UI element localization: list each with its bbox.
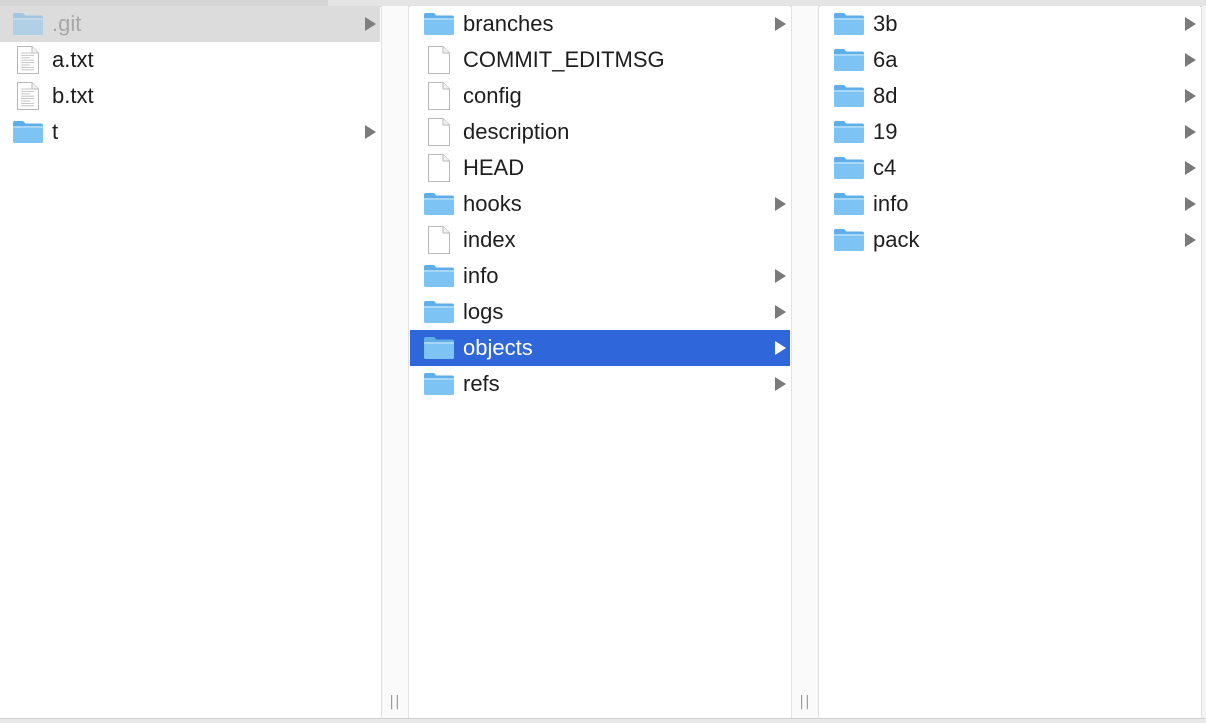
disclosure-arrow-icon[interactable] [1185,125,1196,139]
file-row[interactable]: 6a [820,42,1200,78]
disclosure-arrow-icon[interactable] [1185,53,1196,67]
file-name: 6a [873,47,898,72]
text-file-icon [12,82,44,110]
text-file-icon [12,46,44,74]
file-name: logs [463,299,504,324]
disclosure-arrow-icon[interactable] [775,17,786,31]
file-row[interactable]: COMMIT_EDITMSG [410,42,790,78]
file-name: index [463,227,516,252]
folder-icon [833,226,865,254]
file-row[interactable]: hooks [410,186,790,222]
file-row[interactable]: info [410,258,790,294]
blank-file-icon [423,226,455,254]
folder-icon [833,46,865,74]
file-row[interactable]: description [410,114,790,150]
folder-icon [423,190,455,218]
disclosure-arrow-icon[interactable] [775,341,786,355]
file-row[interactable]: a.txt [0,42,380,78]
folder-icon [423,262,455,290]
file-name: pack [873,227,920,252]
file-row[interactable]: b.txt [0,78,380,114]
file-name: config [463,83,522,108]
file-row[interactable]: c4 [820,150,1200,186]
folder-icon [423,334,455,362]
disclosure-arrow-icon[interactable] [1185,89,1196,103]
file-row[interactable]: 3b [820,6,1200,42]
file-row[interactable]: index [410,222,790,258]
disclosure-arrow-icon[interactable] [1185,197,1196,211]
file-name: description [463,119,570,144]
column-divider-2[interactable]: || [791,6,819,718]
file-name: branches [463,11,554,36]
file-name: .git [52,11,82,36]
file-name: objects [463,335,533,360]
file-name: c4 [873,155,897,180]
column-browser: .git a.txt b.txt t || branches COMMIT_EDITMS… [0,6,1206,718]
file-name: HEAD [463,155,525,180]
file-row[interactable]: 19 [820,114,1200,150]
file-name: hooks [463,191,522,216]
folder-icon [833,154,865,182]
disclosure-arrow-icon[interactable] [365,125,376,139]
disclosure-arrow-icon[interactable] [775,197,786,211]
file-row[interactable]: pack [820,222,1200,258]
file-row[interactable]: .git [0,6,380,42]
disclosure-arrow-icon[interactable] [775,305,786,319]
blank-file-icon [423,82,455,110]
file-row[interactable]: logs [410,294,790,330]
blank-file-icon [423,46,455,74]
folder-icon [423,370,455,398]
resize-handle-icon[interactable]: || [792,694,818,710]
disclosure-arrow-icon[interactable] [775,269,786,283]
file-row[interactable]: objects [410,330,790,366]
file-name: refs [463,371,500,396]
file-name: t [52,119,59,144]
file-row[interactable]: HEAD [410,150,790,186]
file-row[interactable]: branches [410,6,790,42]
file-name: b.txt [52,83,94,108]
file-row[interactable]: config [410,78,790,114]
disclosure-arrow-icon[interactable] [365,17,376,31]
disclosure-arrow-icon[interactable] [1185,161,1196,175]
folder-icon [12,118,44,146]
file-row[interactable]: info [820,186,1200,222]
disclosure-arrow-icon[interactable] [775,377,786,391]
folder-icon [833,10,865,38]
file-name: 8d [873,83,898,108]
file-name: a.txt [52,47,94,72]
file-row[interactable]: 8d [820,78,1200,114]
file-name: COMMIT_EDITMSG [463,47,665,72]
folder-icon [833,190,865,218]
right-scroll-edge [1201,6,1206,718]
column-objects[interactable]: 3b 6a 8d 19 c4 info pack [820,6,1200,718]
column-git[interactable]: branches COMMIT_EDITMSGconfig description H… [410,6,790,718]
folder-icon [833,118,865,146]
file-name: info [463,263,499,288]
blank-file-icon [423,118,455,146]
disclosure-arrow-icon[interactable] [1185,233,1196,247]
blank-file-icon [423,154,455,182]
file-row[interactable]: refs [410,366,790,402]
file-row[interactable]: t [0,114,380,150]
column-divider-1[interactable]: || [381,6,409,718]
file-name: info [873,191,909,216]
folder-icon [12,10,44,38]
file-name: 19 [873,119,898,144]
column-root[interactable]: .git a.txt b.txt t [0,6,380,718]
folder-icon [423,298,455,326]
window-bottom-edge [0,718,1206,723]
folder-icon [423,10,455,38]
file-name: 3b [873,11,898,36]
folder-icon [833,82,865,110]
disclosure-arrow-icon[interactable] [1185,17,1196,31]
resize-handle-icon[interactable]: || [382,694,408,710]
